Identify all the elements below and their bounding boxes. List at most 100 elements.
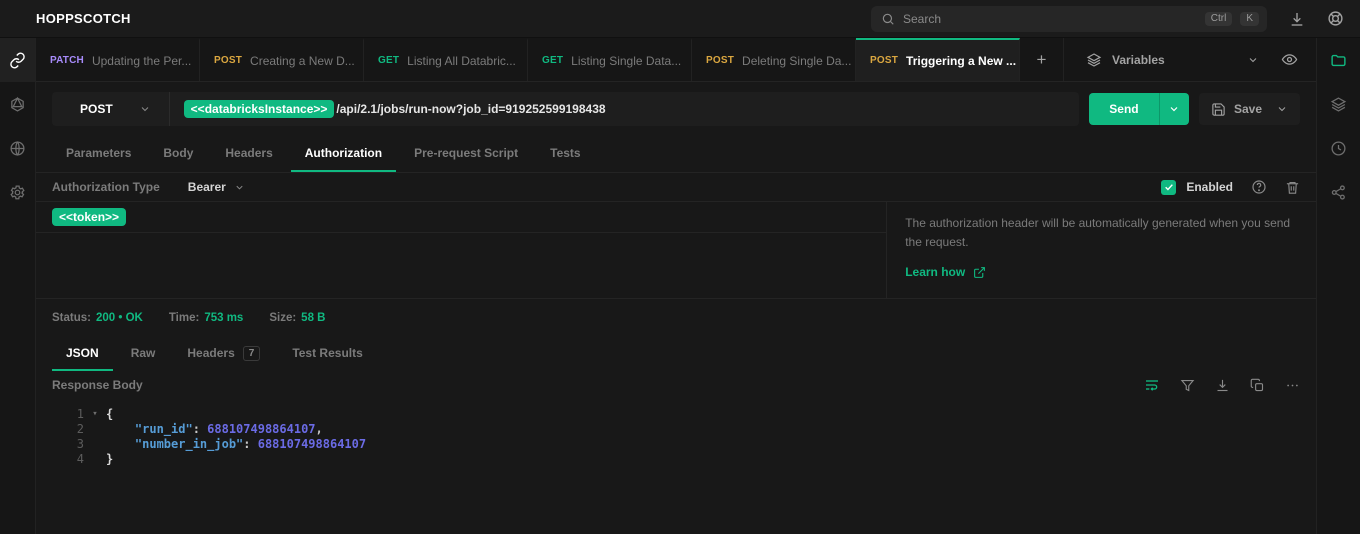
environment-selector[interactable]: Variables [1078,52,1267,68]
gear-icon [9,184,26,201]
headers-count-badge: 7 [242,345,261,361]
tab-deleting-single-databricks[interactable]: POST Deleting Single Da... [692,38,856,81]
global-search[interactable]: Ctrl K [871,5,1267,32]
copy-icon[interactable] [1250,378,1265,393]
token-editor[interactable]: <<token>> [36,202,888,298]
response-headers-label: Headers [187,346,235,360]
method-selector[interactable]: POST [52,92,170,126]
save-options-chevron-icon[interactable] [1276,103,1288,115]
request-tab-strip: PATCH Updating the Per... POST Creating … [36,38,1316,82]
learn-how-link[interactable]: Learn how [905,265,1298,279]
save-button[interactable]: Save [1198,93,1300,125]
sidebar-history-item[interactable] [1317,126,1360,170]
help-circle-icon[interactable] [1251,179,1267,195]
status-label: Status: [52,312,91,324]
sidebar-environments-item[interactable] [1317,82,1360,126]
size-value: 58 B [301,312,326,324]
nav-realtime-item[interactable] [0,126,35,170]
download-response-icon[interactable] [1215,378,1230,393]
save-label: Save [1233,102,1262,116]
tab-parameters[interactable]: Parameters [52,136,145,172]
globe-icon [9,140,26,157]
tab-test-results[interactable]: Test Results [278,337,376,371]
response-status-row: Status: 200 • OK Time: 753 ms Size: 58 B [36,299,1316,337]
folder-icon [1330,52,1347,69]
send-button[interactable]: Send [1088,93,1189,125]
method-value: POST [80,102,113,116]
sidebar-collections-item[interactable] [1317,38,1360,82]
nav-rest-item[interactable] [0,38,35,82]
tab-headers[interactable]: Headers [211,136,286,172]
sidebar-share-item[interactable] [1317,170,1360,214]
more-options-icon[interactable] [1285,378,1300,393]
line-number: 2 [76,422,84,436]
authorization-type-select[interactable]: Bearer [188,180,245,194]
tab-method-badge: POST [706,55,735,66]
request-url-row: POST <<databricksInstance>> /api/2.1/job… [36,82,1316,136]
tab-triggering-a-new-active[interactable]: POST Triggering a New ... [856,38,1020,81]
code-line: 2 "run_id": 688107498864107, [36,422,1316,437]
status-value: 200 • OK [95,312,143,324]
tab-tests[interactable]: Tests [536,136,594,172]
link-icon [9,52,26,69]
main-panel: PATCH Updating the Per... POST Creating … [36,38,1316,534]
time-value: 753 ms [204,312,244,324]
environment-quick-peek-eye-icon[interactable] [1277,47,1302,72]
filter-icon[interactable] [1180,378,1195,393]
chevron-down-icon [1247,54,1259,66]
tab-label: Listing Single Data... [571,53,682,68]
size-label: Size: [269,312,297,324]
response-body-label: Response Body [52,378,143,392]
tab-raw[interactable]: Raw [117,337,170,371]
shortcut-k-key: K [1240,11,1259,26]
new-tab-button[interactable]: + [1020,38,1064,81]
token-environment-variable[interactable]: <<token>> [52,208,127,226]
tab-listing-single-databricks[interactable]: GET Listing Single Data... [528,38,692,81]
external-link-icon [973,266,986,279]
auth-enabled-checkbox[interactable]: Enabled [1161,179,1233,195]
tab-json[interactable]: JSON [52,337,113,371]
support-icon[interactable] [1327,10,1344,27]
tab-method-badge: POST [870,55,899,66]
url-environment-variable[interactable]: <<databricksInstance>> [183,100,335,118]
graphql-icon [9,96,26,113]
save-icon [1211,102,1226,117]
tab-body[interactable]: Body [149,136,207,172]
send-options-chevron-icon[interactable] [1158,93,1189,125]
tab-listing-all-databricks[interactable]: GET Listing All Databric... [364,38,528,81]
clock-icon [1330,140,1347,157]
search-input[interactable] [903,11,1197,26]
response-body-code[interactable]: 1 ▾ { 2 "run_id": 688107498864107, 3 "nu… [36,399,1316,534]
nav-graphql-item[interactable] [0,82,35,126]
trash-icon[interactable] [1285,180,1300,195]
tab-authorization[interactable]: Authorization [290,136,397,172]
tab-method-badge: POST [214,55,243,66]
tab-updating-the-per[interactable]: PATCH Updating the Per... [36,38,200,81]
url-input[interactable]: <<databricksInstance>> /api/2.1/jobs/run… [170,100,620,118]
line-number: 4 [76,452,84,466]
tab-pre-request-script[interactable]: Pre-request Script [400,136,532,172]
tab-label: Creating a New D... [250,53,355,68]
code-line: 3 "number_in_job": 688107498864107 [36,437,1316,452]
tab-label: Triggering a New ... [906,53,1017,68]
authorization-type-row: Authorization Type Bearer Enabled [36,172,1316,202]
search-icon [881,12,895,26]
wrap-lines-icon[interactable] [1144,377,1160,393]
environment-label: Variables [1112,52,1165,67]
tab-label: Updating the Per... [91,53,192,68]
tab-creating-a-new[interactable]: POST Creating a New D... [200,38,364,81]
code-line: 4 } [36,452,1316,467]
nav-settings-item[interactable] [0,170,35,214]
tab-method-badge: GET [378,55,400,66]
line-number: 1 [76,407,84,421]
tab-method-badge: GET [542,55,564,66]
url-path: /api/2.1/jobs/run-now?job_id=91925259919… [336,102,606,116]
share-icon [1330,184,1347,201]
enabled-label: Enabled [1186,180,1233,194]
download-app-icon[interactable] [1289,11,1305,27]
chevron-down-icon [234,182,245,193]
fold-arrow-icon[interactable]: ▾ [84,407,106,422]
layers-icon [1086,52,1102,68]
tab-response-headers[interactable]: Headers 7 [173,337,274,371]
shortcut-ctrl-key: Ctrl [1204,11,1233,26]
